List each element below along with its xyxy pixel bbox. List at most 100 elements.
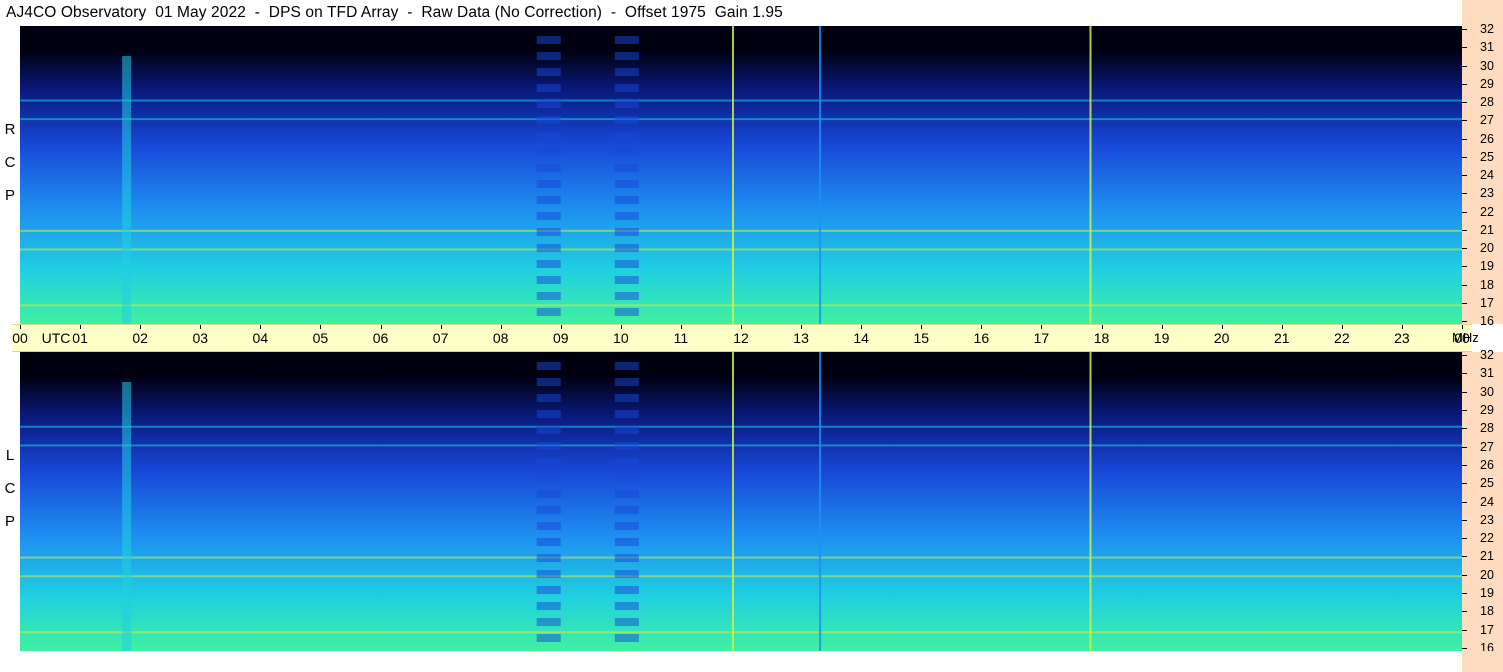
frequency-tick-label: 22 bbox=[1480, 204, 1494, 219]
utc-tick-label: 07 bbox=[432, 330, 449, 346]
vertical-interference-line bbox=[819, 26, 822, 324]
utc-tick-mark bbox=[140, 325, 142, 329]
banded-column-segment bbox=[614, 180, 639, 188]
banded-column-segment bbox=[614, 570, 639, 578]
banded-column-segment bbox=[614, 116, 639, 124]
banded-column-segment bbox=[614, 506, 639, 514]
panel-label-letter: C bbox=[4, 154, 16, 171]
utc-tick-label: 05 bbox=[312, 330, 329, 346]
frequency-tick-mark bbox=[1462, 65, 1467, 67]
frequency-tick-label: 19 bbox=[1480, 259, 1494, 274]
utc-tick-label: 08 bbox=[492, 330, 509, 346]
frequency-tick-label: 23 bbox=[1480, 512, 1494, 527]
frequency-axis-lcp: 16 17 18 19 20 21 22 23 24 25 26 27 28 29 30 31 32 bbox=[1462, 349, 1503, 654]
utc-tick-mark bbox=[1221, 325, 1223, 329]
frequency-tick-label: 27 bbox=[1480, 113, 1494, 128]
frequency-tick-label: 21 bbox=[1480, 222, 1494, 237]
frequency-tick-mark bbox=[1462, 629, 1467, 631]
utc-tick-mark bbox=[1281, 325, 1283, 329]
banded-column-segment bbox=[536, 426, 561, 434]
banded-column-segment bbox=[536, 116, 561, 124]
frequency-axis-rcp: 16 17 18 19 20 21 22 23 24 25 26 27 28 29 30 31 32 bbox=[1462, 23, 1503, 327]
banded-column-segment bbox=[614, 538, 639, 546]
frequency-tick-label: 26 bbox=[1480, 131, 1494, 146]
banded-column-segment bbox=[536, 100, 561, 108]
vertical-interference-line bbox=[731, 26, 734, 324]
utc-tick-label: 10 bbox=[613, 330, 629, 346]
banded-column-segment bbox=[614, 228, 639, 236]
frequency-tick-mark bbox=[1462, 519, 1467, 521]
utc-tick-label: 19 bbox=[1153, 330, 1170, 346]
rfi-line bbox=[20, 425, 1462, 428]
banded-column-segment bbox=[536, 148, 561, 156]
frequency-tick-label: 25 bbox=[1480, 149, 1494, 164]
utc-tick-mark bbox=[260, 325, 262, 329]
frequency-tick-mark bbox=[1462, 302, 1467, 304]
frequency-tick-label: 17 bbox=[1480, 622, 1494, 637]
frequency-tick-label: 25 bbox=[1480, 476, 1494, 491]
banded-column-segment bbox=[614, 196, 639, 204]
utc-tick-mark bbox=[320, 325, 322, 329]
utc-tick-mark bbox=[1341, 325, 1343, 329]
banded-column-segment bbox=[614, 554, 639, 562]
banded-column-segment bbox=[536, 394, 561, 402]
banded-column-segment bbox=[614, 458, 639, 466]
banded-column-segment bbox=[536, 474, 561, 482]
banded-column-segment bbox=[536, 308, 561, 316]
banded-column-segment bbox=[536, 586, 561, 594]
frequency-tick-mark bbox=[1462, 211, 1467, 213]
banded-column-segment bbox=[614, 292, 639, 300]
utc-tick-label: 03 bbox=[192, 330, 209, 346]
utc-tick-mark bbox=[20, 325, 21, 329]
banded-column-segment bbox=[614, 212, 639, 220]
frequency-tick-label: 17 bbox=[1480, 295, 1494, 310]
banded-column-segment bbox=[536, 132, 561, 140]
banded-column-segment bbox=[536, 228, 561, 236]
panel-label-rcp: RCP bbox=[0, 122, 20, 221]
banded-column-segment bbox=[614, 132, 639, 140]
utc-tick-mark bbox=[1041, 325, 1043, 329]
utc-tick-mark bbox=[560, 325, 562, 329]
utc-tick-mark bbox=[680, 325, 682, 329]
utc-tick-mark bbox=[500, 325, 502, 329]
utc-tick-label: 11 bbox=[673, 330, 689, 346]
banded-column-segment bbox=[614, 522, 639, 530]
rfi-line bbox=[20, 444, 1462, 447]
utc-tick-mark bbox=[380, 325, 382, 329]
utc-tick-label: 20 bbox=[1213, 330, 1230, 346]
vertical-interference-line bbox=[731, 352, 734, 651]
frequency-tick-mark bbox=[1462, 446, 1467, 448]
frequency-tick-mark bbox=[1462, 266, 1467, 268]
banded-column-segment bbox=[536, 52, 561, 60]
utc-tick-label: 14 bbox=[853, 330, 869, 346]
frequency-tick-mark bbox=[1462, 321, 1467, 322]
frequency-tick-label: 20 bbox=[1480, 567, 1494, 582]
utc-time-axis: 00 01 02 03 04 05 06 07 08 09 10 11 12 13 14 15 16 17 18 19… bbox=[12, 324, 1472, 352]
frequency-tick-label: 21 bbox=[1480, 549, 1494, 564]
broadband-burst bbox=[122, 382, 132, 651]
banded-column-segment bbox=[614, 474, 639, 482]
utc-tick-label: 09 bbox=[552, 330, 569, 346]
utc-tick-mark bbox=[80, 325, 82, 329]
utc-tick-label: 16 bbox=[973, 330, 990, 346]
frequency-tick-mark bbox=[1462, 409, 1467, 411]
frequency-tick-label: 29 bbox=[1480, 402, 1494, 417]
spectrogram-background bbox=[20, 352, 1462, 651]
chart-title: AJ4CO Observatory 01 May 2022 - DPS on T… bbox=[6, 4, 783, 21]
vertical-interference-line bbox=[1089, 26, 1092, 324]
frequency-tick-mark bbox=[1462, 193, 1467, 195]
banded-column-segment bbox=[614, 490, 639, 498]
frequency-tick-mark bbox=[1462, 355, 1467, 356]
rfi-line bbox=[20, 229, 1462, 232]
banded-column-segment bbox=[614, 634, 639, 642]
panel-label-lcp: LCP bbox=[0, 448, 20, 547]
banded-column-segment bbox=[536, 260, 561, 268]
banded-column-segment bbox=[536, 84, 561, 92]
frequency-tick-mark bbox=[1462, 464, 1467, 466]
banded-column-segment bbox=[536, 618, 561, 626]
utc-tick-label: 13 bbox=[793, 330, 809, 346]
banded-column-segment bbox=[614, 164, 639, 172]
panel-label-letter: L bbox=[5, 447, 15, 464]
banded-column-segment bbox=[614, 84, 639, 92]
frequency-tick-label: 31 bbox=[1480, 40, 1494, 55]
